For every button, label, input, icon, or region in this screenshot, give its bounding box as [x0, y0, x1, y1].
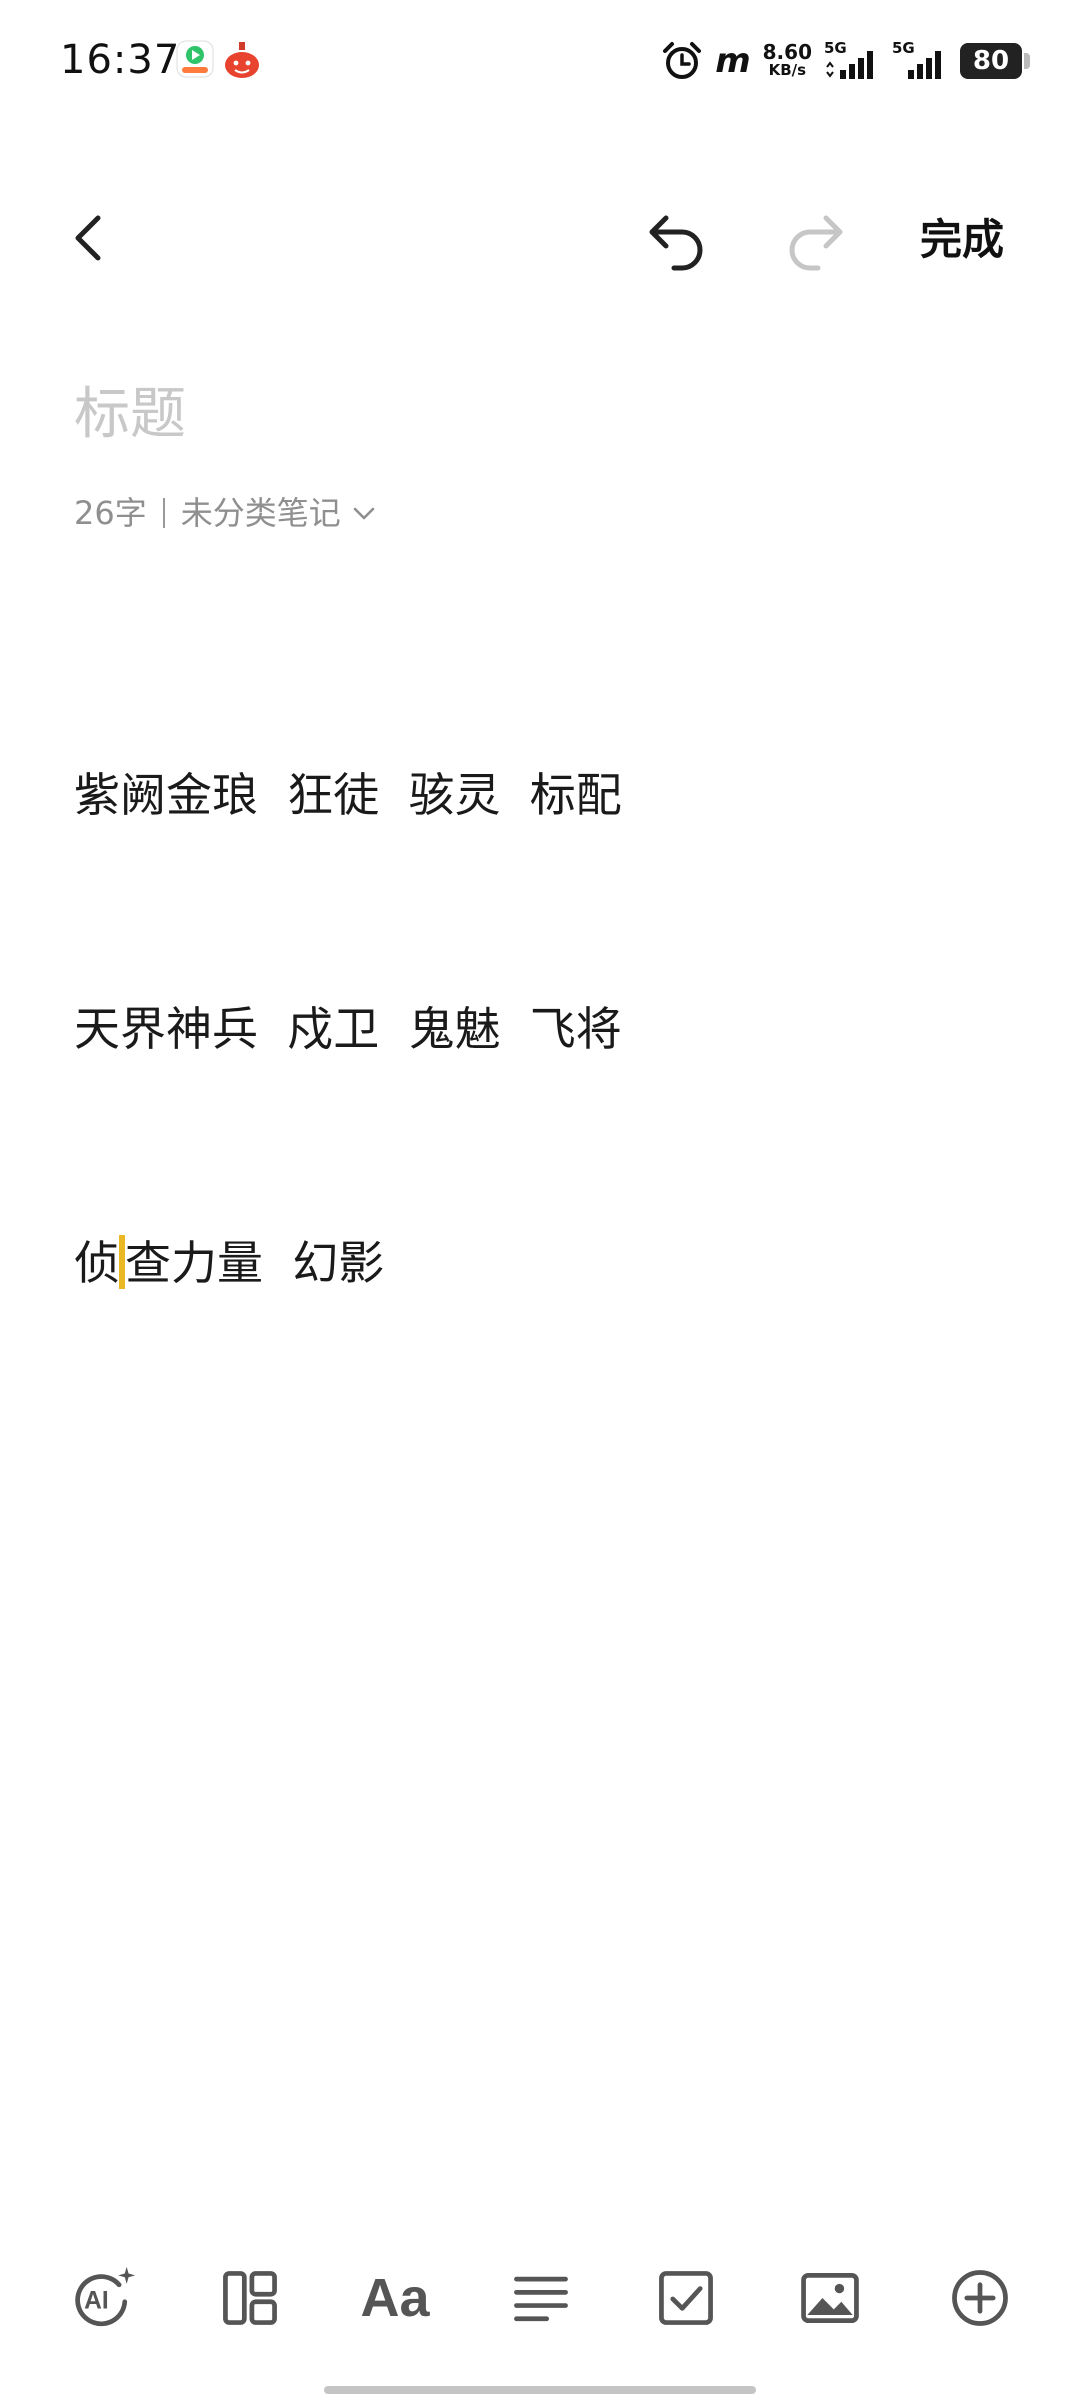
ai-sparkle-icon: AI [75, 2266, 136, 2327]
network-speed: 8.60 KB/s [762, 40, 812, 79]
status-bar: 16:37 m 8.60 KB/s 5G 5G 80 [0, 0, 1080, 120]
back-button[interactable] [62, 210, 118, 266]
undo-button[interactable] [644, 208, 710, 274]
undo-icon [649, 215, 703, 271]
home-indicator[interactable] [324, 2386, 756, 2394]
network-speed-value: 8.60 [762, 40, 812, 64]
signal-bars-icon [826, 51, 873, 79]
signal-5g-2: 5G [892, 39, 948, 83]
carrier-mark-icon: m [715, 41, 750, 81]
add-circle-icon [952, 2270, 1008, 2326]
status-icons: m 8.60 KB/s 5G 5G 80 [661, 36, 1030, 86]
network-speed-unit: KB/s [768, 61, 807, 79]
bottom-toolbar: AI Aa [0, 2262, 1080, 2342]
word-count: 26字 [74, 494, 147, 532]
alarm-clock-icon [663, 42, 702, 79]
note-line-1: 紫阙金琅 狂徒 骇灵 标配 [74, 768, 622, 822]
chevron-left-icon [75, 215, 101, 261]
text-format-icon: Aa [360, 2268, 430, 2328]
note-line-3: 侦查力量 幻影 [74, 1224, 1004, 1302]
signal-5g-1: 5G [824, 39, 880, 83]
text-before-cursor: 侦 [74, 1236, 120, 1290]
video-app-icon [176, 40, 214, 78]
checkbox-icon [659, 2271, 713, 2325]
category-selector[interactable]: 未分类笔记 [181, 490, 377, 536]
image-icon [801, 2272, 859, 2324]
category-label: 未分类笔记 [180, 494, 341, 532]
add-button[interactable] [944, 2262, 1016, 2334]
note-meta: 26字 未分类笔记 [74, 490, 377, 536]
title-input[interactable]: 标题 [74, 375, 1004, 455]
text-after-cursor: 查力量 幻影 [125, 1236, 385, 1290]
battery-icon: 80 [960, 43, 1030, 79]
text-format-button[interactable]: Aa [340, 2262, 450, 2334]
done-button[interactable]: 完成 [920, 210, 1004, 270]
layout-icon [223, 2271, 277, 2325]
note-body-editor[interactable]: 紫阙金琅 狂徒 骇灵 标配 天界神兵 戍卫 鬼魅 飞将 侦查力量 幻影 [74, 600, 1004, 1380]
signal-bars-icon [908, 51, 941, 79]
meta-divider [162, 498, 165, 528]
align-left-icon [514, 2276, 568, 2322]
ai-button[interactable]: AI [68, 2262, 140, 2334]
status-time: 16:37 [60, 37, 181, 83]
note-line-2: 天界神兵 戍卫 鬼魅 飞将 [74, 1002, 622, 1056]
svg-text:AI: AI [84, 2287, 109, 2314]
tomato-app-icon [225, 42, 259, 78]
redo-icon [789, 215, 843, 271]
layout-button[interactable] [214, 2262, 286, 2334]
image-button[interactable] [794, 2262, 866, 2334]
align-button[interactable] [505, 2262, 577, 2334]
checklist-button[interactable] [650, 2262, 722, 2334]
chevron-down-icon [353, 507, 375, 520]
redo-button[interactable] [782, 208, 848, 274]
